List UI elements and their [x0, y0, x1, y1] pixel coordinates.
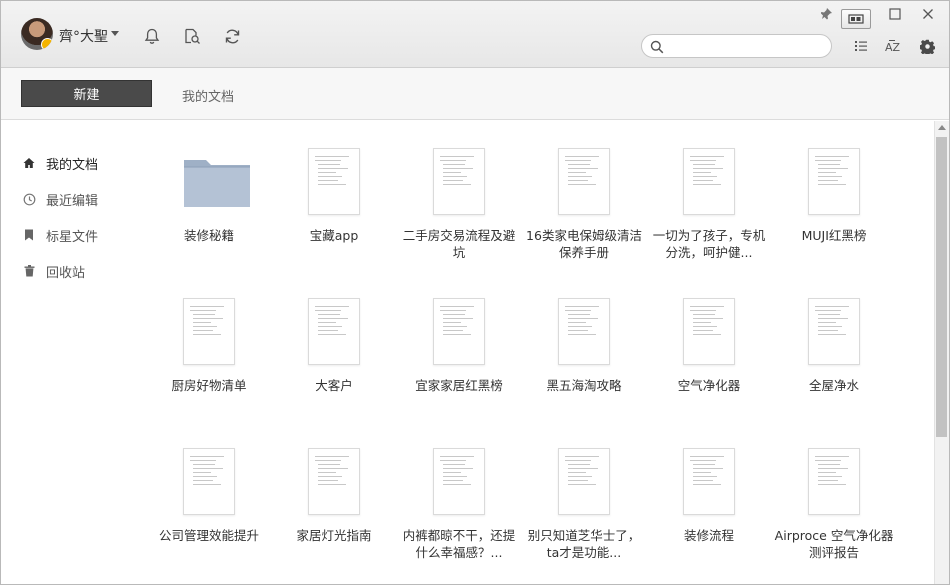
document-thumbnail-icon [808, 148, 860, 215]
toolbar: 新建 我的文档 [1, 68, 949, 120]
document-thumbnail-icon [558, 448, 610, 515]
document-item[interactable]: Airproce 空气净化器测评报告 [774, 421, 894, 561]
close-button[interactable] [919, 6, 937, 22]
new-button[interactable]: 新建 [21, 80, 152, 107]
document-thumbnail-icon [558, 148, 610, 215]
file-name: 内裤都晾不干，还提什么幸福感？... [402, 528, 516, 560]
mini-mode-button[interactable] [841, 9, 871, 29]
username[interactable]: 齊°大聖 [59, 26, 108, 46]
file-name: 别只知道芝华士了，ta才是功能... [527, 528, 641, 560]
folder-icon [184, 160, 250, 207]
sidebar-item-starred[interactable]: 标星文件 [21, 225, 98, 245]
file-name: Airproce 空气净化器测评报告 [774, 528, 894, 560]
document-item[interactable]: 空气净化器 [649, 271, 769, 411]
document-thumbnail-icon [558, 298, 610, 365]
search-box[interactable] [641, 34, 832, 58]
folder-item[interactable]: 装修秘籍 [149, 121, 269, 261]
list-view-icon[interactable] [850, 35, 872, 57]
document-thumbnail-icon [183, 298, 235, 365]
chevron-down-icon[interactable] [111, 31, 119, 36]
sidebar-item-my-docs[interactable]: 我的文档 [21, 153, 98, 173]
document-thumbnail-icon [683, 448, 735, 515]
file-name: 空气净化器 [677, 378, 741, 393]
document-item[interactable]: MUJI红黑榜 [774, 121, 894, 261]
app-window: 齊°大聖 AZ 新建 我的文档 我的文档 最近编辑 标星文件 回收站 装修秘籍 … [0, 0, 950, 585]
avatar[interactable] [21, 18, 53, 50]
document-thumbnail-icon [433, 298, 485, 365]
document-item[interactable]: 宝藏app [274, 121, 394, 261]
file-name: 二手房交易流程及避坑 [402, 228, 516, 260]
document-thumbnail-icon [683, 148, 735, 215]
bell-icon[interactable] [141, 25, 163, 47]
file-name: 家居灯光指南 [296, 528, 372, 543]
document-item[interactable]: 别只知道芝华士了，ta才是功能... [524, 421, 644, 561]
pin-icon[interactable] [818, 6, 836, 22]
document-thumbnail-icon [308, 448, 360, 515]
sidebar-item-trash[interactable]: 回收站 [21, 261, 85, 281]
file-name: 16类家电保姆级清洁保养手册 [526, 228, 642, 260]
file-name: 全屋净水 [808, 378, 859, 393]
file-name: 装修秘籍 [183, 228, 234, 243]
document-thumbnail-icon [808, 298, 860, 365]
document-item[interactable]: 厨房好物清单 [149, 271, 269, 411]
document-item[interactable]: 全屋净水 [774, 271, 894, 411]
vip-badge-icon [41, 38, 53, 50]
home-icon [21, 155, 37, 171]
trash-icon [21, 263, 37, 279]
scrollbar-thumb[interactable] [936, 137, 947, 437]
maximize-button[interactable] [886, 6, 904, 22]
document-item[interactable]: 公司管理效能提升 [149, 421, 269, 561]
search-icon [650, 39, 664, 58]
bookmark-icon [21, 227, 37, 243]
document-item[interactable]: 二手房交易流程及避坑 [399, 121, 519, 261]
file-name: MUJI红黑榜 [801, 228, 867, 243]
doc-search-icon[interactable] [181, 25, 203, 47]
document-item[interactable]: 大客户 [274, 271, 394, 411]
document-thumbnail-icon [433, 148, 485, 215]
document-item[interactable]: 家居灯光指南 [274, 421, 394, 561]
sidebar-item-recent[interactable]: 最近编辑 [21, 189, 98, 209]
search-input[interactable] [670, 37, 825, 55]
document-item[interactable]: 一切为了孩子，专机分洗，呵护健... [649, 121, 769, 261]
document-item[interactable]: 宜家家居红黑榜 [399, 271, 519, 411]
file-name: 黑五海淘攻略 [546, 378, 622, 393]
file-name: 公司管理效能提升 [158, 528, 259, 543]
refresh-icon[interactable] [221, 25, 243, 47]
document-thumbnail-icon [433, 448, 485, 515]
breadcrumb[interactable]: 我的文档 [182, 86, 234, 105]
document-thumbnail-icon [183, 448, 235, 515]
sidebar-item-label: 最近编辑 [46, 193, 99, 209]
document-thumbnail-icon [683, 298, 735, 365]
scroll-up-icon[interactable] [938, 125, 946, 130]
clock-icon [21, 191, 37, 207]
gear-icon[interactable] [916, 35, 938, 57]
sidebar-item-label: 标星文件 [46, 229, 99, 245]
document-item[interactable]: 黑五海淘攻略 [524, 271, 644, 411]
document-thumbnail-icon [308, 298, 360, 365]
file-grid: 装修秘籍 宝藏app 二手房交易流程及避坑 16类家电保姆级清洁保养手册 一切为了孩子，… [141, 121, 934, 584]
sidebar-item-label: 回收站 [46, 265, 86, 281]
document-item[interactable]: 装修流程 [649, 421, 769, 561]
file-name: 宝藏app [309, 228, 359, 243]
document-thumbnail-icon [308, 148, 360, 215]
file-name: 装修流程 [683, 528, 734, 543]
title-bar: 齊°大聖 AZ [1, 1, 949, 68]
svg-text:AZ: AZ [885, 41, 901, 53]
file-name: 宜家家居红黑榜 [415, 378, 503, 393]
sidebar: 我的文档 最近编辑 标星文件 回收站 [1, 121, 141, 584]
sort-az-icon[interactable]: AZ [883, 35, 905, 57]
file-name: 一切为了孩子，专机分洗，呵护健... [652, 228, 766, 260]
sidebar-item-label: 我的文档 [46, 157, 99, 173]
document-item[interactable]: 16类家电保姆级清洁保养手册 [524, 121, 644, 261]
document-item[interactable]: 内裤都晾不干，还提什么幸福感？... [399, 421, 519, 561]
file-name: 大客户 [315, 378, 353, 393]
file-name: 厨房好物清单 [171, 378, 247, 393]
document-thumbnail-icon [808, 448, 860, 515]
